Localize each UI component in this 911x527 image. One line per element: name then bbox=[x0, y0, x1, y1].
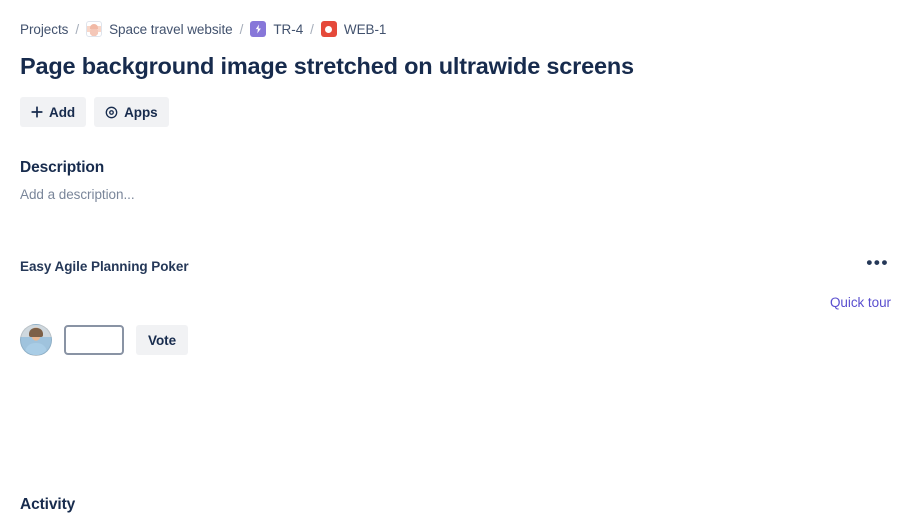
project-avatar-icon bbox=[86, 21, 103, 37]
breadcrumb-separator: / bbox=[239, 21, 244, 37]
breadcrumb-item-project-label[interactable]: Space travel website bbox=[109, 22, 233, 37]
breadcrumb-item-issue-label[interactable]: WEB-1 bbox=[344, 22, 387, 37]
add-button[interactable]: Add bbox=[20, 97, 87, 127]
add-button-label: Add bbox=[49, 104, 76, 120]
breadcrumb-item-epic[interactable]: TR-4 bbox=[250, 21, 303, 37]
activity-heading: Activity bbox=[20, 495, 76, 513]
plus-icon bbox=[31, 106, 43, 118]
description-placeholder[interactable]: Add a description... bbox=[20, 187, 891, 202]
planning-poker-panel: Easy Agile Planning Poker ••• Quick tour… bbox=[20, 254, 891, 356]
issue-action-toolbar: Add Apps bbox=[20, 97, 891, 127]
vote-row: Vote bbox=[20, 324, 891, 356]
planning-poker-header: Easy Agile Planning Poker ••• bbox=[20, 254, 891, 278]
planning-poker-title: Easy Agile Planning Poker bbox=[20, 258, 189, 274]
issue-page: Projects / Space travel website / TR-4 /… bbox=[0, 18, 911, 527]
apps-button-label: Apps bbox=[124, 104, 158, 120]
vote-input[interactable] bbox=[64, 325, 124, 355]
bug-icon bbox=[320, 21, 337, 37]
apps-icon bbox=[105, 106, 118, 119]
breadcrumb-separator: / bbox=[75, 21, 80, 37]
more-options-icon[interactable]: ••• bbox=[860, 254, 891, 278]
description-heading: Description bbox=[20, 159, 105, 176]
breadcrumb-item-epic-label[interactable]: TR-4 bbox=[273, 22, 303, 37]
avatar bbox=[20, 324, 52, 356]
page-title[interactable]: Page background image stretched on ultra… bbox=[20, 51, 891, 81]
breadcrumb-item-projects[interactable]: Projects bbox=[20, 22, 68, 37]
breadcrumb: Projects / Space travel website / TR-4 /… bbox=[20, 18, 891, 40]
activity-section: Activity Show: All Comments History Work… bbox=[20, 483, 891, 527]
quick-tour-row: Quick tour bbox=[20, 295, 891, 310]
apps-button[interactable]: Apps bbox=[94, 97, 169, 127]
breadcrumb-separator: / bbox=[310, 21, 314, 37]
breadcrumb-item-issue[interactable]: WEB-1 bbox=[320, 21, 387, 37]
vote-button[interactable]: Vote bbox=[136, 325, 189, 355]
quick-tour-link[interactable]: Quick tour bbox=[830, 295, 891, 310]
epic-icon bbox=[250, 21, 267, 37]
breadcrumb-item-project[interactable]: Space travel website bbox=[86, 21, 233, 37]
